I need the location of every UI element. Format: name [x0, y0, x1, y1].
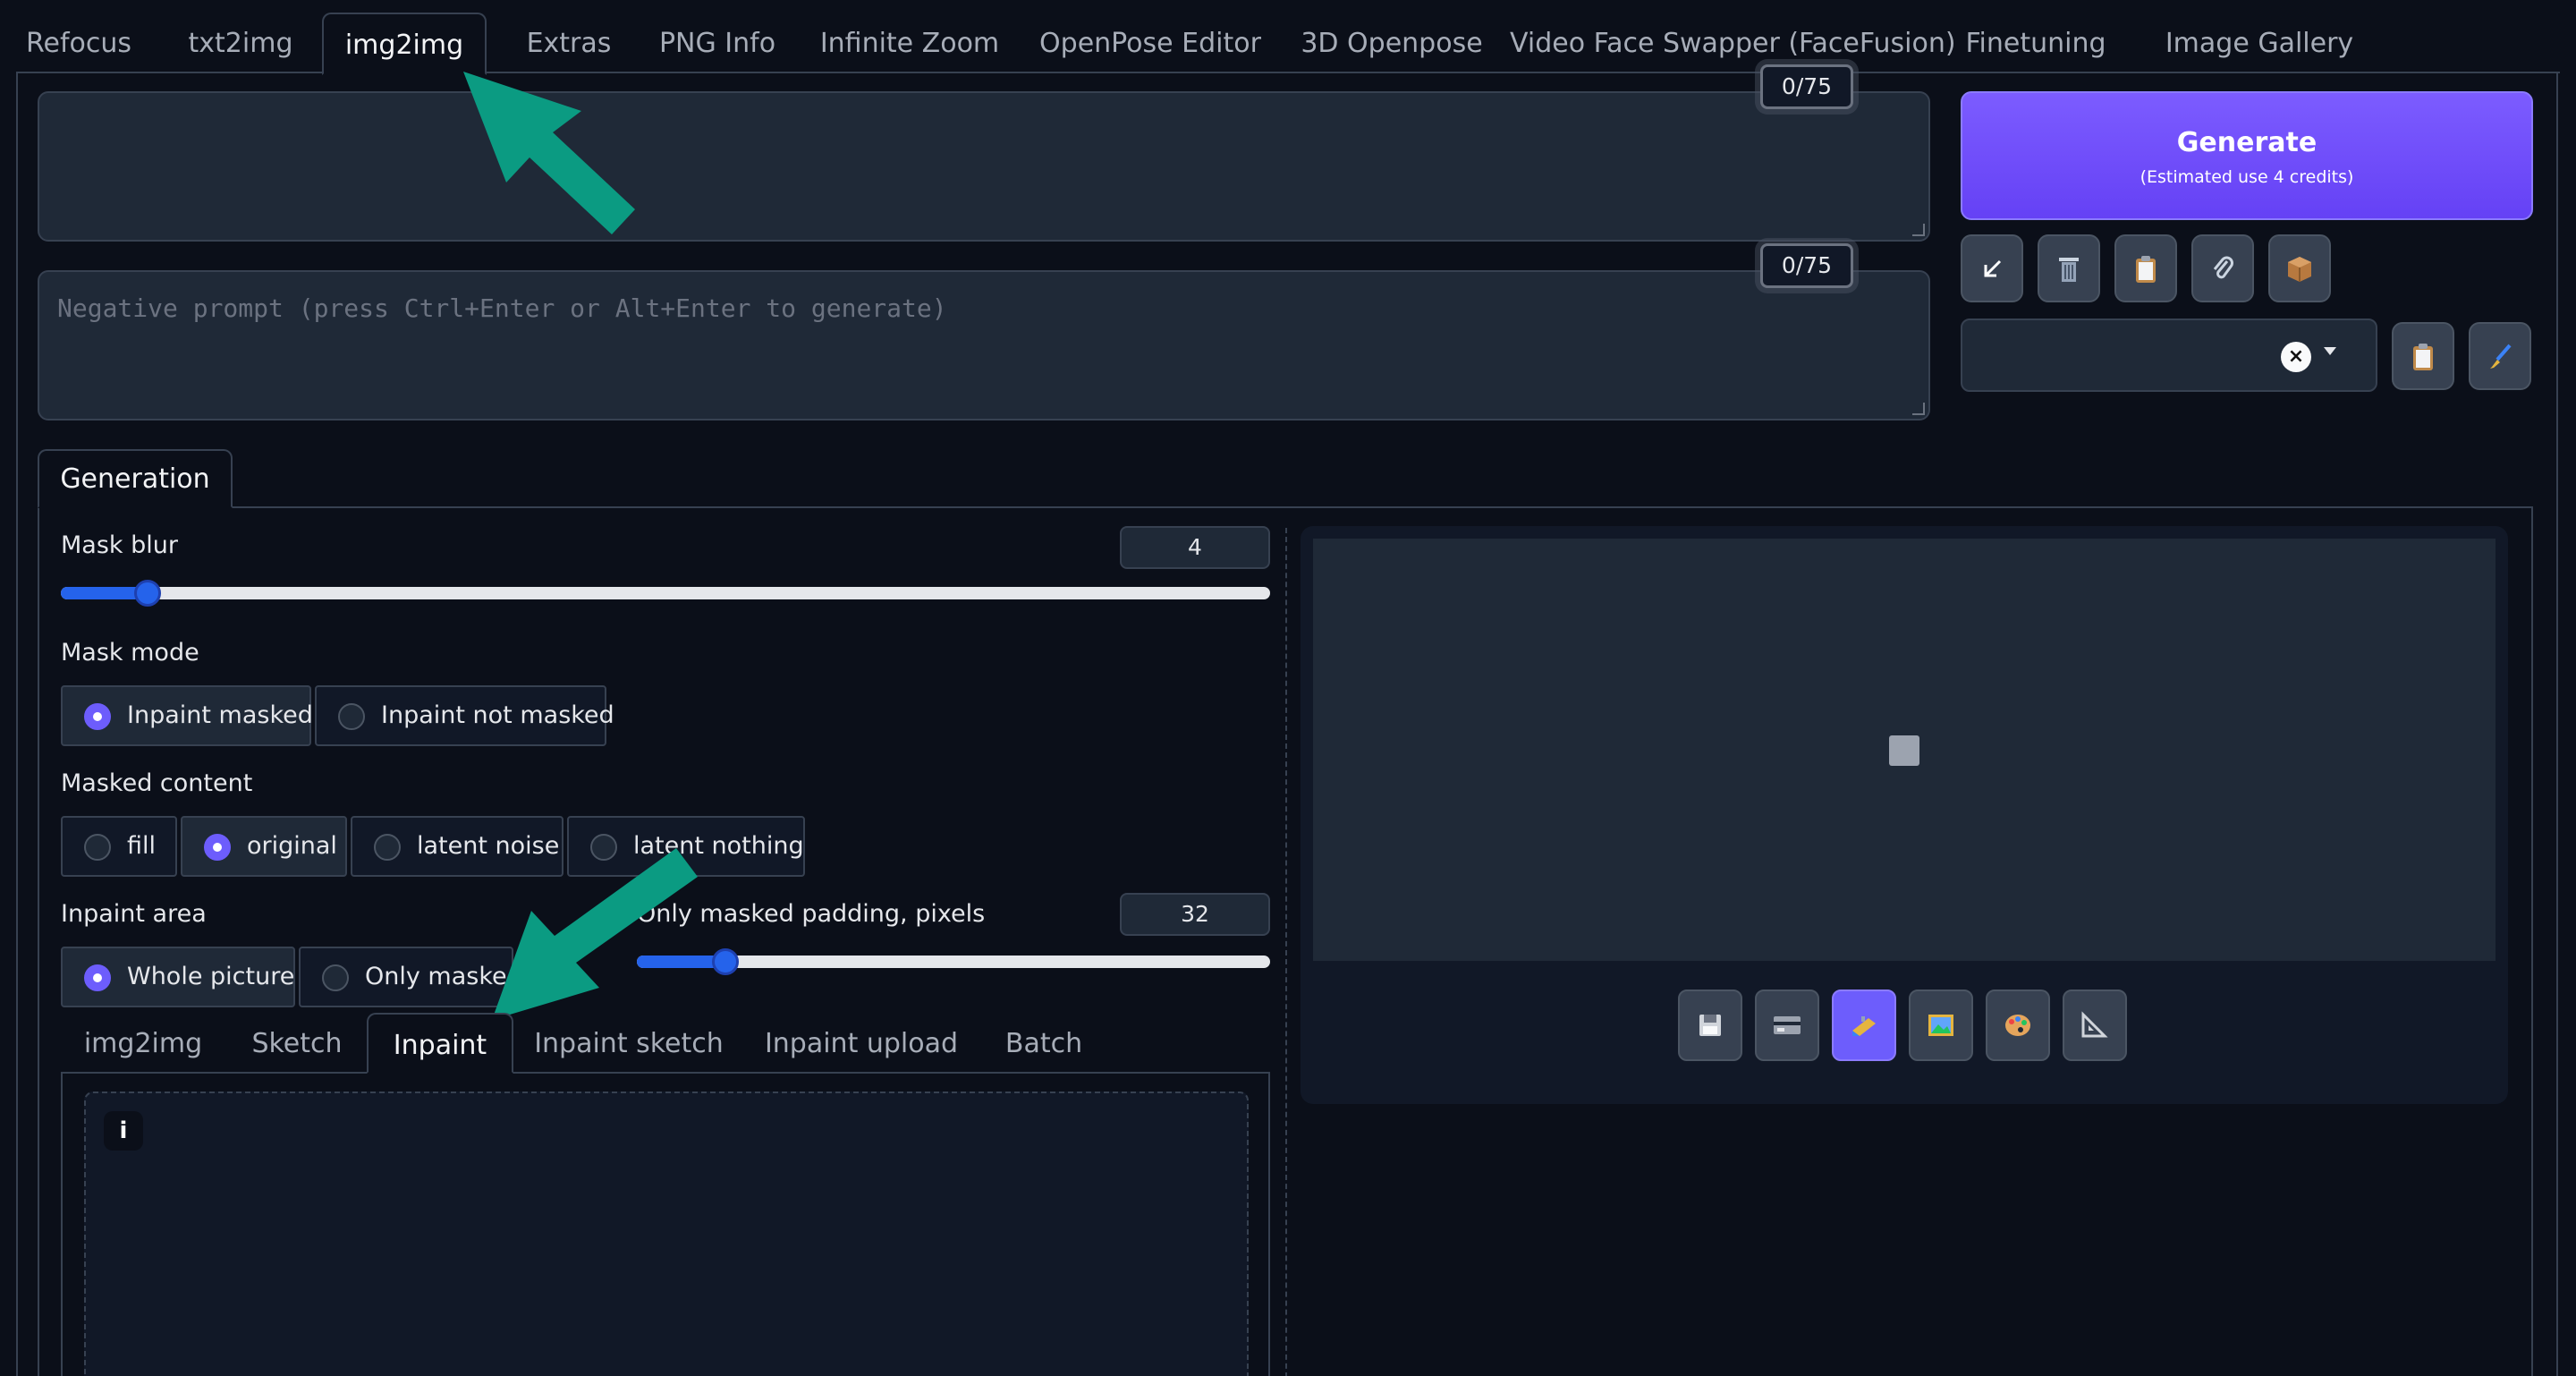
column-divider: [1285, 528, 1287, 1376]
brush-icon[interactable]: [2469, 322, 2531, 390]
inpaint-area-label: Inpaint area: [61, 900, 207, 928]
negative-prompt-token-counter: 0/75: [1760, 243, 1853, 288]
tab-3d-openpose[interactable]: 3D Openpose: [1286, 13, 1497, 73]
tab-generation[interactable]: Generation: [38, 449, 233, 508]
send-to-extras-icon[interactable]: [1986, 990, 2050, 1061]
tab-finetuning[interactable]: Finetuning: [1952, 13, 2120, 73]
radio-indicator: [374, 834, 401, 861]
tab-refocus[interactable]: Refocus: [16, 13, 141, 73]
clipboard-icon[interactable]: [2392, 322, 2454, 390]
mask-blur-label: Mask blur: [61, 531, 178, 559]
subtab-inpaint[interactable]: Inpaint: [367, 1013, 513, 1074]
send-to-img2img-icon[interactable]: [1832, 990, 1896, 1061]
resize-handle[interactable]: [1912, 403, 1925, 415]
radio-indicator: [338, 703, 365, 730]
radio-indicator: [84, 964, 111, 991]
info-icon[interactable]: i: [104, 1111, 143, 1151]
padding-slider[interactable]: [637, 948, 1270, 975]
save-icon[interactable]: [1678, 990, 1742, 1061]
generate-label: Generate: [2176, 127, 2318, 158]
radio-label: fill: [127, 832, 157, 860]
tab-video-face-swapper[interactable]: Video Face Swapper (FaceFusion): [1510, 13, 1956, 73]
clear-icon[interactable]: ×: [2281, 342, 2311, 372]
package-icon[interactable]: [2268, 234, 2331, 302]
prompt-token-counter: 0/75: [1760, 64, 1853, 109]
tab-image-gallery[interactable]: Image Gallery: [2154, 13, 2365, 73]
annotation-arrow-down-left: [492, 848, 698, 1020]
ruler-icon[interactable]: [2063, 990, 2127, 1061]
generate-button[interactable]: Generate (Estimated use 4 credits): [1961, 91, 2533, 220]
subtab-inpaint-upload[interactable]: Inpaint upload: [758, 1013, 964, 1074]
radio-indicator: [84, 703, 111, 730]
subtab-img2img[interactable]: img2img: [72, 1013, 215, 1074]
annotation-arrow-up-left: [463, 72, 635, 234]
mask-blur-input[interactable]: 4: [1120, 526, 1270, 569]
clipboard-icon[interactable]: [2114, 234, 2177, 302]
radio-label: Inpaint masked: [127, 701, 313, 729]
radio-indicator: [322, 964, 349, 991]
padding-thumb[interactable]: [712, 948, 739, 975]
mask-blur-thumb[interactable]: [134, 580, 161, 607]
send-to-inpaint-icon[interactable]: [1909, 990, 1973, 1061]
masked-content-label: Masked content: [61, 769, 253, 797]
mask-mode-label: Mask mode: [61, 639, 199, 667]
chevron-down-icon[interactable]: [2324, 347, 2336, 355]
negative-prompt-placeholder: Negative prompt (press Ctrl+Enter or Alt…: [57, 293, 947, 323]
trash-icon[interactable]: [2038, 234, 2100, 302]
top-tab-bar: Refocus txt2img img2img Extras PNG Info …: [16, 13, 2560, 75]
padding-input[interactable]: 32: [1120, 893, 1270, 936]
radio-label: Inpaint not masked: [381, 701, 614, 729]
subtab-batch[interactable]: Batch: [989, 1013, 1098, 1074]
subtab-sketch[interactable]: Sketch: [236, 1013, 358, 1074]
masked-content-fill[interactable]: fill: [61, 816, 177, 877]
arrow-down-left-icon[interactable]: [1961, 234, 2023, 302]
mask-mode-inpaint-not-masked[interactable]: Inpaint not masked: [315, 685, 614, 746]
tab-openpose-editor[interactable]: OpenPose Editor: [1029, 13, 1272, 73]
generate-credits: (Estimated use 4 credits): [2140, 167, 2354, 187]
resize-handle[interactable]: [1912, 224, 1925, 236]
inpaint-image-canvas[interactable]: i: [84, 1091, 1249, 1376]
mask-mode-inpaint-masked[interactable]: Inpaint masked: [61, 685, 313, 746]
tab-png-info[interactable]: PNG Info: [646, 13, 789, 73]
radio-label: Whole picture: [127, 963, 295, 990]
image-placeholder-icon: [1889, 735, 1919, 766]
paperclip-icon[interactable]: [2191, 234, 2254, 302]
radio-label: original: [247, 832, 337, 860]
prompt-input[interactable]: [38, 91, 1930, 242]
zip-icon[interactable]: [1755, 990, 1819, 1061]
styles-dropdown[interactable]: ×: [1961, 319, 2377, 392]
tab-txt2img[interactable]: txt2img: [182, 13, 299, 73]
mask-blur-slider[interactable]: [61, 580, 1270, 607]
radio-indicator: [204, 834, 231, 861]
radio-indicator: [84, 834, 111, 861]
tab-infinite-zoom[interactable]: Infinite Zoom: [809, 13, 1011, 73]
inpaint-area-whole-picture[interactable]: Whole picture: [61, 947, 295, 1007]
negative-prompt-input[interactable]: Negative prompt (press Ctrl+Enter or Alt…: [38, 270, 1930, 420]
masked-content-original[interactable]: original: [181, 816, 347, 877]
